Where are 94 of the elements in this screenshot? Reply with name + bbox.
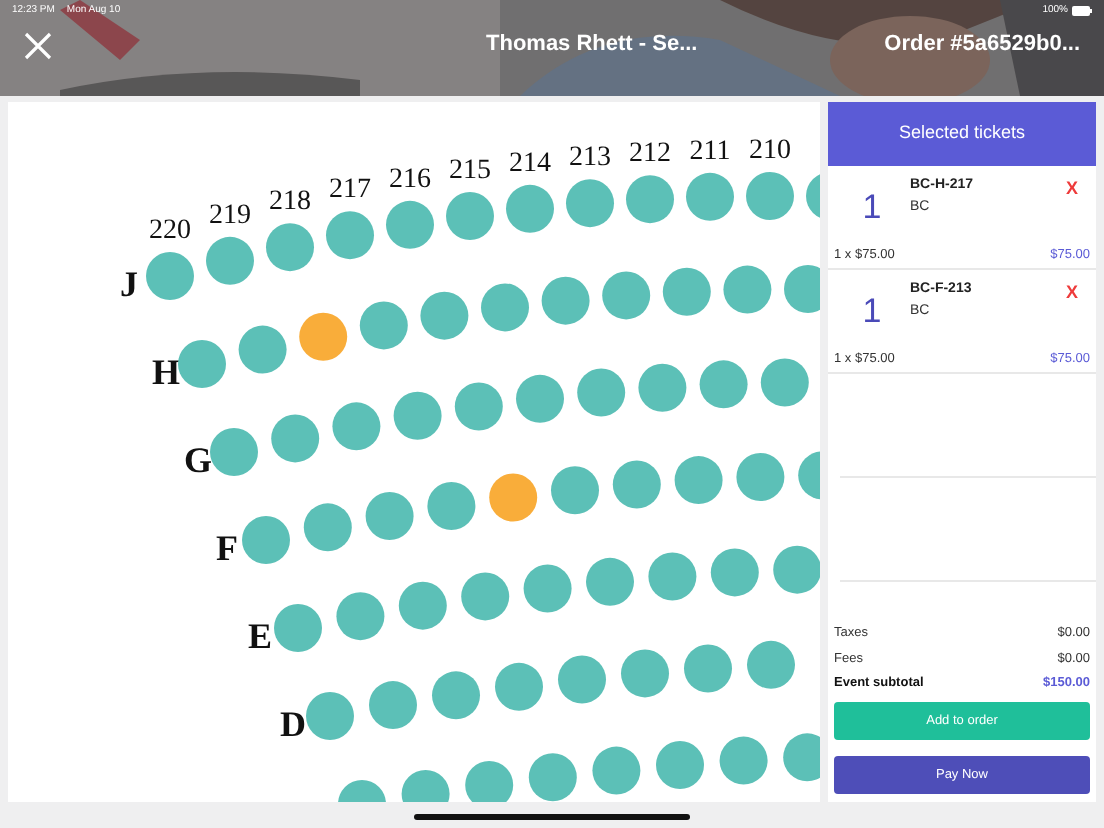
seat[interactable] <box>656 741 704 790</box>
seat[interactable] <box>699 360 748 409</box>
seat[interactable] <box>558 655 606 704</box>
seat[interactable] <box>684 644 732 693</box>
seat[interactable] <box>551 466 599 515</box>
seat[interactable] <box>420 291 469 340</box>
seat[interactable] <box>299 312 348 361</box>
seat[interactable] <box>432 671 480 720</box>
seat[interactable] <box>528 753 577 802</box>
seat[interactable] <box>592 746 641 795</box>
seat[interactable] <box>541 276 590 325</box>
seat[interactable] <box>566 179 614 228</box>
seat[interactable] <box>662 267 711 316</box>
order-number: Order #5a6529b0... <box>884 30 1080 61</box>
seat[interactable] <box>332 402 381 451</box>
seat[interactable] <box>393 391 442 440</box>
seat-number: 212 <box>629 139 671 170</box>
seat[interactable] <box>747 640 795 689</box>
seat[interactable] <box>271 414 320 463</box>
seat[interactable] <box>674 456 723 505</box>
seat[interactable] <box>506 184 554 233</box>
seat[interactable] <box>465 761 514 802</box>
seat[interactable] <box>206 236 254 285</box>
seat[interactable] <box>303 503 352 552</box>
row-label: H <box>152 352 181 392</box>
row-label: E <box>248 616 273 656</box>
seat-number: 215 <box>449 156 491 186</box>
seat-number: 219 <box>209 200 251 231</box>
seat[interactable] <box>336 592 385 641</box>
seat[interactable] <box>612 460 661 509</box>
seat[interactable] <box>461 572 510 621</box>
close-button[interactable] <box>24 31 52 59</box>
seat-number: 213 <box>569 143 611 174</box>
seat[interactable] <box>577 368 626 417</box>
cart-title: Selected tickets <box>898 120 1026 147</box>
close-icon <box>24 31 52 59</box>
seat[interactable] <box>686 172 734 221</box>
seat-number: 210 <box>749 136 791 166</box>
seat[interactable] <box>306 692 354 740</box>
seat[interactable] <box>760 358 809 407</box>
seat[interactable] <box>398 581 447 630</box>
seat[interactable] <box>146 252 194 300</box>
row-label: F <box>216 528 238 568</box>
seat-number: 216 <box>389 164 431 195</box>
remove-ticket-button[interactable]: X <box>1065 176 1078 200</box>
seat[interactable] <box>481 283 529 332</box>
row-label: D <box>280 704 306 744</box>
battery-icon <box>1072 6 1092 17</box>
seat[interactable] <box>586 557 634 606</box>
ticket-quantity: 1 <box>860 186 884 230</box>
seat-number: 217 <box>329 175 371 206</box>
seat[interactable] <box>719 736 768 785</box>
seat[interactable] <box>401 769 450 802</box>
seat[interactable] <box>648 552 697 601</box>
seat[interactable] <box>798 451 820 500</box>
seat[interactable] <box>621 649 669 698</box>
seat[interactable] <box>626 175 674 224</box>
seat[interactable] <box>446 192 494 240</box>
seat[interactable] <box>784 265 820 313</box>
seat[interactable] <box>736 453 785 501</box>
seat-number: 214 <box>509 148 551 179</box>
seat[interactable] <box>326 211 374 260</box>
seat[interactable] <box>723 265 772 314</box>
seat[interactable] <box>386 200 434 249</box>
seat[interactable] <box>178 340 226 388</box>
seat[interactable] <box>638 363 687 412</box>
seat[interactable] <box>359 301 408 350</box>
seat-number: 211 <box>689 136 731 167</box>
seat[interactable] <box>210 428 258 476</box>
seat[interactable] <box>242 516 290 564</box>
event-title: Thomas Rhett - Se... <box>486 30 698 61</box>
seat[interactable] <box>783 733 820 782</box>
seat-number: 218 <box>269 187 311 218</box>
seat[interactable] <box>238 325 287 374</box>
seat[interactable] <box>274 604 322 652</box>
row-label: J <box>120 264 138 304</box>
row-label: G <box>184 440 213 480</box>
seat[interactable] <box>489 473 538 522</box>
seat[interactable] <box>266 223 314 272</box>
seat[interactable] <box>369 681 417 730</box>
seat[interactable] <box>454 382 503 431</box>
seat[interactable] <box>710 548 759 597</box>
seat[interactable] <box>338 780 386 802</box>
seat[interactable] <box>516 374 564 423</box>
seat[interactable] <box>773 545 820 594</box>
remove-ticket-button[interactable]: X <box>1065 280 1078 304</box>
seat[interactable] <box>495 662 543 711</box>
seat[interactable] <box>427 482 476 531</box>
seat[interactable] <box>602 271 651 320</box>
seat[interactable] <box>523 564 572 613</box>
seat-number: 220 <box>149 216 191 246</box>
seat[interactable] <box>746 172 794 220</box>
seat[interactable] <box>365 492 414 540</box>
ticket-quantity: 1 <box>860 290 884 334</box>
